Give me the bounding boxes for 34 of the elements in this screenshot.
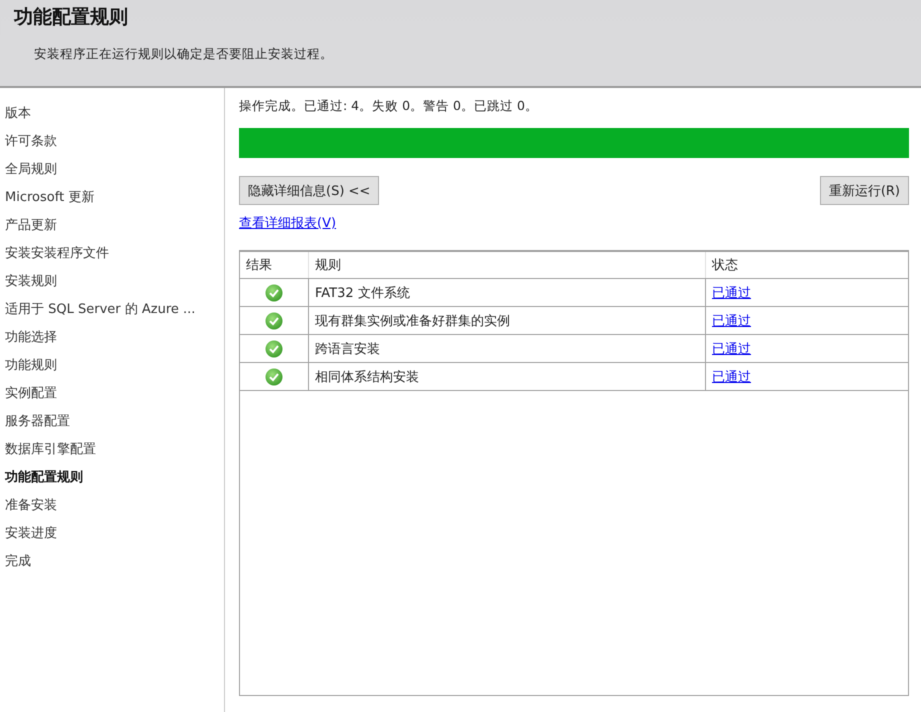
status-link[interactable]: 已通过 xyxy=(712,370,751,384)
sidebar-item[interactable]: 完成 xyxy=(0,548,224,576)
page-title: 功能配置规则 xyxy=(14,5,129,30)
rerun-button[interactable]: 重新运行(R) xyxy=(820,176,909,205)
sidebar-item[interactable]: 安装安装程序文件 xyxy=(0,240,224,268)
sidebar-item[interactable]: 准备安装 xyxy=(0,492,224,520)
table-cell: FAT32 文件系统 xyxy=(308,278,706,306)
sidebar-item[interactable]: 许可条款 xyxy=(0,128,224,156)
page-subtitle: 安装程序正在运行规则以确定是否要阻止安装过程。 xyxy=(34,46,334,63)
report-link[interactable]: 查看详细报表(V) xyxy=(239,214,336,232)
sidebar-item[interactable]: 数据库引擎配置 xyxy=(0,436,224,464)
sidebar-item[interactable]: 功能配置规则 xyxy=(0,464,224,492)
status-link[interactable]: 已通过 xyxy=(712,342,751,356)
column-header: 规则 xyxy=(308,252,706,278)
hide-details-button[interactable]: 隐藏详细信息(S) << xyxy=(239,176,380,205)
sidebar-item[interactable]: Microsoft 更新 xyxy=(0,184,224,212)
sidebar-item[interactable]: 适用于 SQL Server 的 Azure ... xyxy=(0,296,224,324)
sidebar-item[interactable]: 全局规则 xyxy=(0,156,224,184)
status-link[interactable]: 已通过 xyxy=(712,314,751,328)
sidebar-item[interactable]: 版本 xyxy=(0,100,224,128)
column-header: 状态 xyxy=(706,252,908,278)
sidebar-item[interactable]: 功能选择 xyxy=(0,324,224,352)
status-link[interactable]: 已通过 xyxy=(712,286,751,300)
sidebar-item[interactable]: 安装规则 xyxy=(0,268,224,296)
status-text: 操作完成。已通过: 4。失败 0。警告 0。已跳过 0。 xyxy=(239,98,539,115)
table-cell: 跨语言安装 xyxy=(308,334,706,362)
sidebar-item[interactable]: 安装进度 xyxy=(0,520,224,548)
sidebar-item[interactable]: 服务器配置 xyxy=(0,408,224,436)
table-cell: 相同体系结构安装 xyxy=(308,362,706,390)
sidebar-item[interactable]: 实例配置 xyxy=(0,380,224,408)
table-cell: 现有群集实例或准备好群集的实例 xyxy=(308,306,706,334)
column-header: 结果 xyxy=(240,252,308,278)
sidebar-item[interactable]: 产品更新 xyxy=(0,212,224,240)
sidebar-item[interactable]: 功能规则 xyxy=(0,352,224,380)
